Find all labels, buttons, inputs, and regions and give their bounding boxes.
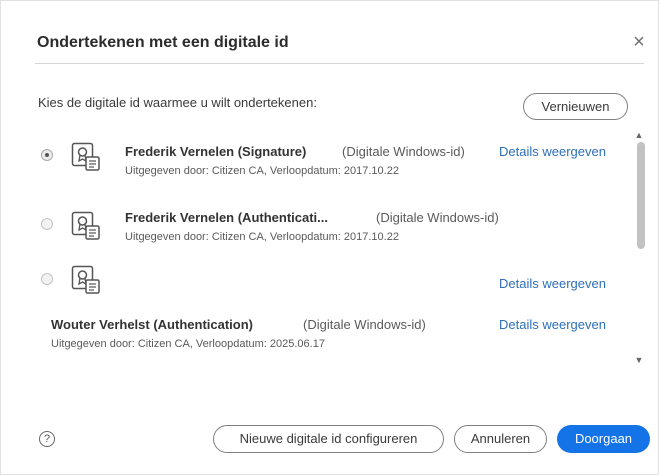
details-link[interactable]: Details weergeven [499,317,606,332]
title-divider [35,63,644,64]
id-name: Frederik Vernelen (Authenticati... [125,210,328,225]
id-type: (Digitale Windows-id) [376,210,499,225]
id-issuer: Uitgegeven door: Citizen CA, Verloopdatu… [125,165,399,177]
close-icon[interactable]: × [628,31,650,53]
certificate-icon [71,211,100,240]
scroll-up-icon[interactable]: ▲ [632,129,646,141]
certificate-icon [71,142,100,171]
certificate-icon [71,265,100,294]
list-scrollbar[interactable]: ▲ ▼ [632,129,646,366]
id-type: (Digitale Windows-id) [303,317,426,332]
scroll-thumb[interactable] [637,142,645,249]
scroll-down-icon[interactable]: ▼ [632,354,646,366]
configure-id-button[interactable]: Nieuwe digitale id configureren [213,425,444,453]
id-type: (Digitale Windows-id) [342,144,465,159]
digital-id-list: Frederik Vernelen (Signature) (Digitale … [31,130,640,365]
radio-id-2[interactable] [41,218,53,230]
id-name: Wouter Verhelst (Authentication) [51,317,253,332]
radio-id-3[interactable] [41,273,53,285]
continue-button[interactable]: Doorgaan [557,425,650,453]
cancel-button[interactable]: Annuleren [454,425,547,453]
details-link[interactable]: Details weergeven [499,276,606,291]
radio-id-1[interactable] [41,149,53,161]
help-icon[interactable]: ? [39,431,55,447]
refresh-button[interactable]: Vernieuwen [523,93,628,120]
details-link[interactable]: Details weergeven [499,144,606,159]
id-issuer: Uitgegeven door: Citizen CA, Verloopdatu… [125,231,399,243]
prompt-text: Kies de digitale id waarmee u wilt onder… [38,95,317,110]
id-name: Frederik Vernelen (Signature) [125,144,307,159]
dialog-title: Ondertekenen met een digitale id [37,34,289,51]
sign-dialog: Ondertekenen met een digitale id × Kies … [0,0,659,475]
id-issuer: Uitgegeven door: Citizen CA, Verloopdatu… [51,338,325,350]
